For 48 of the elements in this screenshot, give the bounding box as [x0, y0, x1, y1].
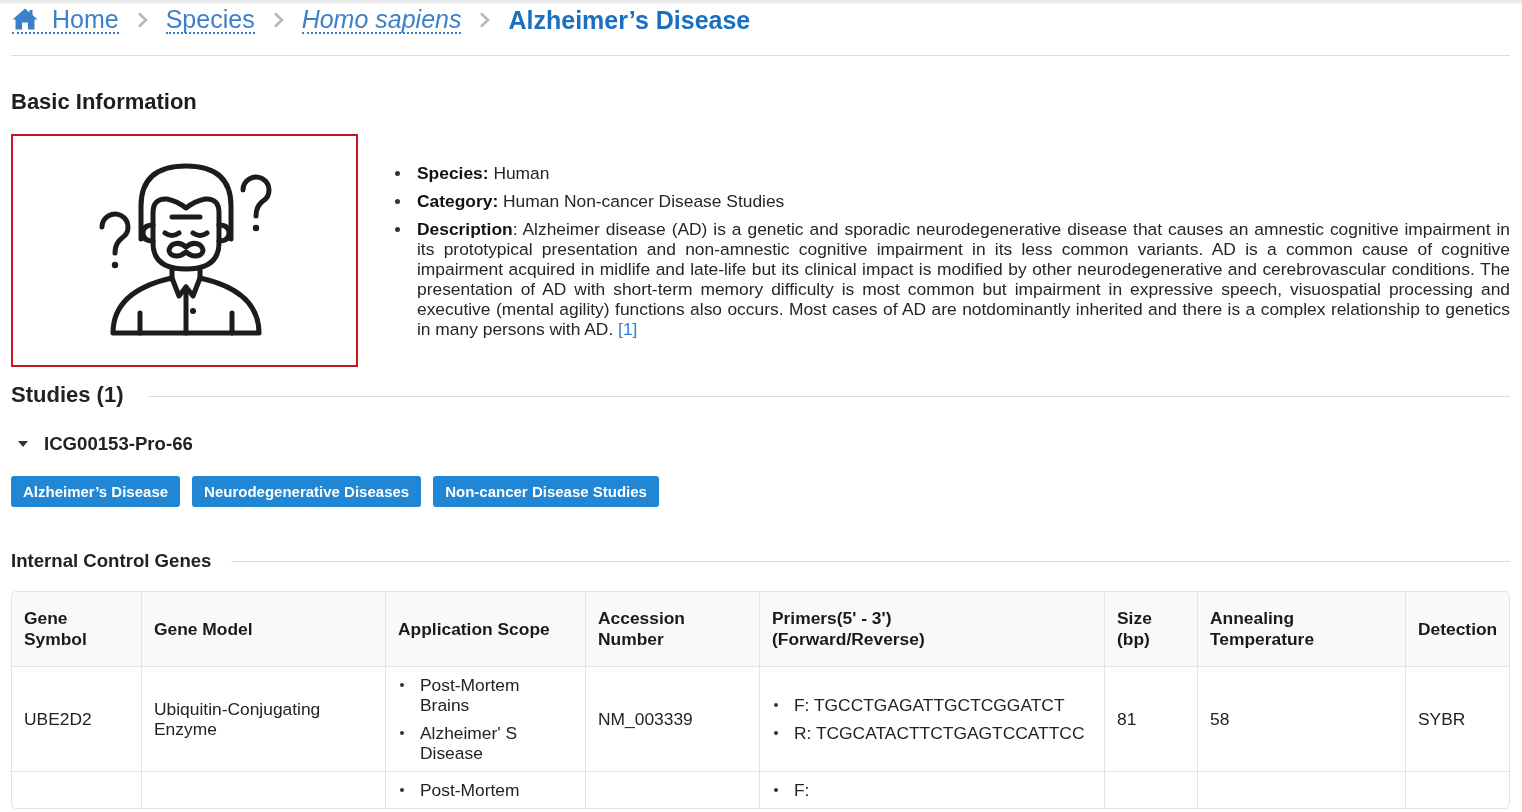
- chevron-icon: [479, 12, 491, 28]
- breadcrumb-link[interactable]: Homo sapiens: [301, 6, 462, 34]
- column-header: Detection: [1405, 592, 1509, 666]
- bullet-icon: [395, 170, 400, 176]
- study-toggle[interactable]: ICG00153-Pro-66: [11, 432, 193, 456]
- tag-button[interactable]: Neurodegenerative Diseases: [192, 476, 422, 507]
- detail-text: Species: Human: [417, 162, 551, 183]
- detail-text: Description: Alzheimer disease (AD) is a genetic and sporadic neurodegenerative disease that causes an amnestic cognitive impairment in its prototypical presentation and non-amnestic cognitive impairment in its less common variants. AD is a common cause of cognitive impairment acquired in midlife and late-life but its clinical impact is modified by other neurodegenerative and cerebrovascular conditions. The presentation of AD with short-term memory difficulty is most common but impairment in expressive speech, visuospatial processing and executive (mental agility) functions also occurs. Most cases of AD are notdominantly inherited and there is a complex relationship to genetics in many persons with AD. [1]: [417, 218, 1510, 339]
- detail-text: Category: Human Non-cancer Disease Studies: [417, 190, 786, 211]
- home-link[interactable]: Home: [12, 6, 119, 34]
- tag-button[interactable]: Non-cancer Disease Studies: [433, 476, 659, 507]
- table-cell: Ubiquitin-Conjugating Enzyme: [141, 666, 385, 771]
- table-cell: NM_003339: [585, 666, 759, 771]
- bullet-icon: [774, 731, 778, 735]
- breadcrumb-link[interactable]: Species: [165, 6, 255, 34]
- column-header: Application Scope: [385, 592, 585, 666]
- column-header: Gene Model: [141, 592, 385, 666]
- bullet-icon: [400, 731, 404, 735]
- bullet-icon: [774, 788, 778, 792]
- chevron-icon: [272, 12, 284, 28]
- list-item-text: Post-Mortem Brains: [420, 675, 521, 715]
- column-header: Primers(5' - 3') (Forward/Reverse): [759, 592, 1104, 666]
- table-cell: 58: [1197, 666, 1405, 771]
- list-item-text: Post-Mortem: [420, 780, 521, 800]
- section-heading: Studies (1): [11, 381, 124, 409]
- table-cell: 81: [1104, 666, 1197, 771]
- list-item-text: F:: [794, 780, 811, 800]
- bullet-icon: [774, 703, 778, 707]
- tag-button[interactable]: Alzheimer’s Disease: [11, 476, 181, 507]
- list-item-text: Alzheimer' S Disease: [420, 723, 519, 763]
- section-heading: Basic Information: [11, 88, 198, 116]
- column-header: Accession Number: [585, 592, 759, 666]
- page-title: Alzheimer’s Disease: [508, 7, 751, 33]
- column-header: Size (bp): [1104, 592, 1197, 666]
- column-header: Annealing Temperature: [1197, 592, 1405, 666]
- list-item-text: R: TCGCATACTTCTGAGTCCATTCC: [794, 723, 1086, 743]
- table-cell: UBE2D2: [12, 666, 141, 771]
- list-item-text: F: TGCCTGAGATTGCTCGGATCT: [794, 695, 1066, 715]
- section-heading: Internal Control Genes: [11, 549, 212, 573]
- table-cell: SYBR: [1405, 666, 1509, 771]
- reference-link[interactable]: [1]: [618, 318, 638, 339]
- bullet-icon: [400, 683, 404, 687]
- column-header: Gene Symbol: [12, 592, 141, 666]
- house-icon: [12, 8, 38, 30]
- bullet-icon: [395, 198, 400, 204]
- bullet-icon: [395, 226, 400, 232]
- bullet-icon: [400, 788, 404, 792]
- chevron-icon: [136, 12, 148, 28]
